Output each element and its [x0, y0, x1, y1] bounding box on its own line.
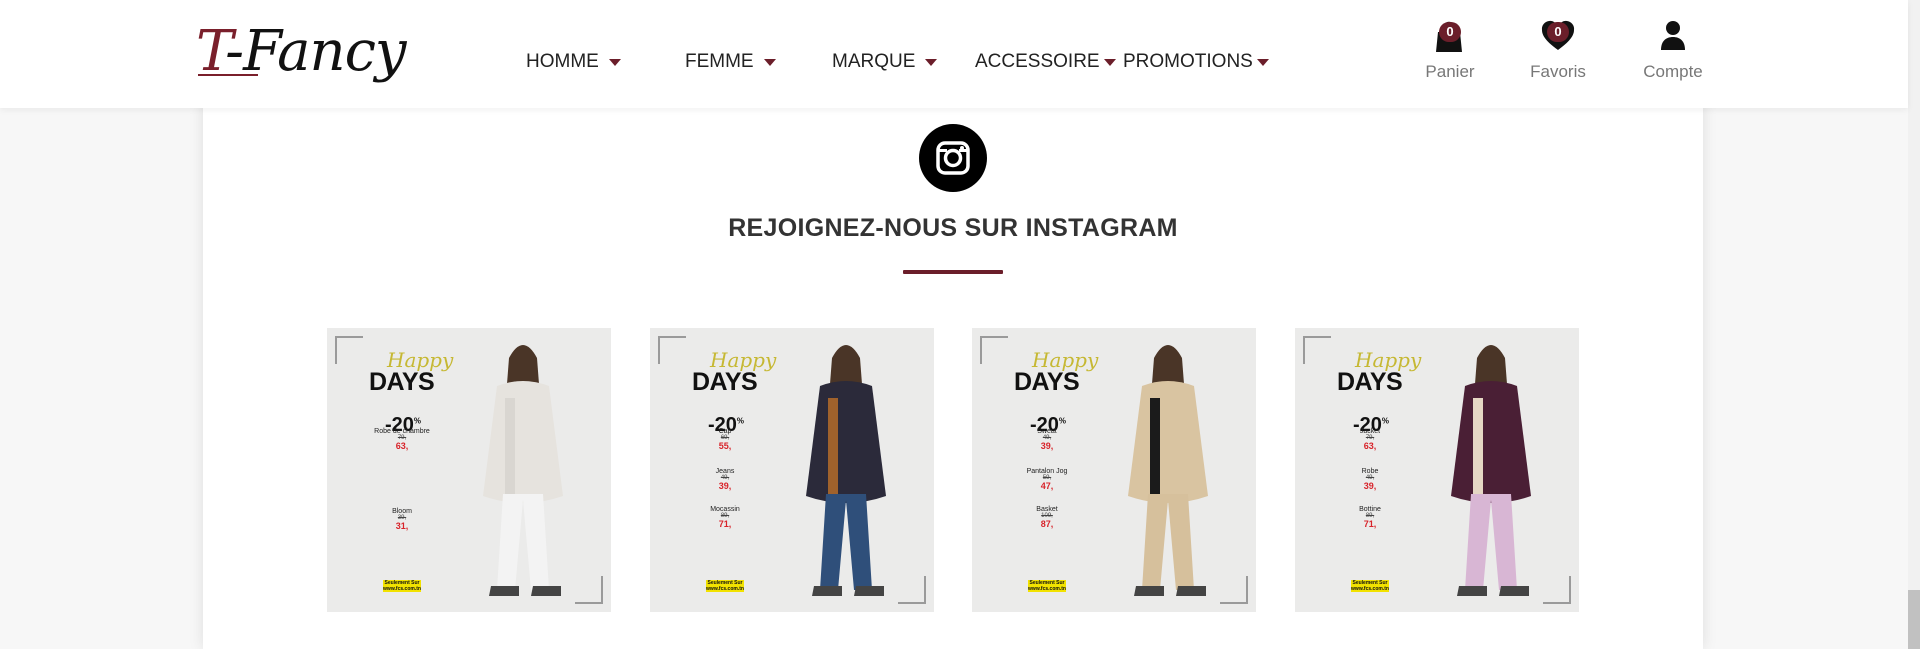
nav-item-femme[interactable]: FEMME [685, 51, 776, 73]
promo-item: Mocassin 89, 71, [680, 506, 770, 529]
account-button[interactable]: Compte [1628, 18, 1718, 86]
frame-corner [575, 576, 603, 604]
cart-label: Panier [1425, 62, 1475, 81]
user-icon [1661, 21, 1685, 50]
nav-item-label: PROMOTIONS [1123, 51, 1253, 72]
promo-item-new-price: 39, [718, 481, 732, 491]
frame-corner [1220, 576, 1248, 604]
promo-item: Pantalon Jog 59, 47, [1002, 468, 1092, 491]
instagram-gallery: Happy DAYS -20% Robe de chambre 79, 63, Bloom 3… [327, 328, 1580, 612]
nav-item-label: MARQUE [832, 51, 916, 72]
account-label: Compte [1643, 62, 1703, 81]
instagram-icon [936, 141, 970, 175]
frame-corner [980, 336, 1008, 364]
caret-down-icon [1256, 58, 1269, 66]
frame-corner [1543, 576, 1571, 604]
promo-item: Bloom 39, 31, [357, 508, 447, 531]
nav-item-label: HOMME [526, 51, 599, 72]
caret-down-icon [925, 58, 938, 66]
promo-days-text: DAYS [1014, 368, 1080, 396]
promo-item: Sweat 49, 39, [1002, 428, 1092, 451]
promo-item-new-price: 39, [1040, 441, 1054, 451]
promo-stamp: Seulement Sur www.fcs.com.tn [1351, 580, 1389, 592]
favorites-label: Favoris [1530, 62, 1586, 81]
promo-item: Jeans 49, 39, [680, 468, 770, 491]
promo-days-text: DAYS [1337, 368, 1403, 396]
instagram-post[interactable]: Happy DAYS -20% Robe de chambre 79, 63, Bloom 3… [327, 328, 611, 612]
promo-item-name: Bloom [392, 508, 412, 515]
promo-item: Cap 69, 55, [680, 428, 770, 451]
nav-item-accessoire[interactable]: ACCESSOIRE [975, 51, 1116, 73]
promo-item: Jacket 79, 63, [1325, 428, 1415, 451]
promo-item-new-price: 71, [1363, 519, 1377, 529]
promo-item-name: Cap [718, 428, 732, 435]
logo[interactable]: T-Fancy [196, 14, 422, 90]
scrollbar-thumb[interactable] [1908, 590, 1920, 649]
cart-count-badge: 0 [1439, 22, 1461, 42]
nav-item-homme[interactable]: HOMME [526, 51, 621, 73]
frame-corner [335, 336, 363, 364]
promo-stamp: Seulement Sur www.fcs.com.tn [1028, 580, 1066, 592]
promo-item-new-price: 87, [1040, 519, 1054, 529]
percent-sign: % [736, 416, 745, 426]
caret-down-icon [1103, 58, 1116, 66]
promo-stamp: Seulement Sur www.fcs.com.tn [383, 580, 421, 592]
frame-corner [1303, 336, 1331, 364]
promo-item-name: Sweat [1037, 428, 1057, 435]
cart-button[interactable]: 0 Panier [1405, 18, 1495, 86]
promo-item-new-price: 47, [1040, 481, 1054, 491]
percent-sign: % [1381, 416, 1390, 426]
caret-down-icon [763, 58, 776, 66]
instagram-post[interactable]: Happy DAYS -20% Cap 69, 55, Jeans 49, 39, Mocassi… [650, 328, 934, 612]
instagram-badge[interactable] [919, 124, 987, 192]
frame-corner [658, 336, 686, 364]
nav-item-label: FEMME [685, 51, 754, 72]
promo-item: Robe 49, 39, [1325, 468, 1415, 491]
promo-item-new-price: 63, [395, 441, 409, 451]
promo-item-name: Robe de chambre [374, 428, 430, 435]
percent-sign: % [1058, 416, 1067, 426]
promo-item-name: Pantalon Jog [1026, 468, 1068, 475]
instagram-section-title: REJOIGNEZ-NOUS SUR INSTAGRAM [728, 214, 1178, 242]
promo-item-new-price: 71, [718, 519, 732, 529]
promo-item-name: Jeans [715, 468, 735, 475]
nav-item-promotions[interactable]: PROMOTIONS [1123, 51, 1269, 73]
promo-item-name: Basket [1036, 506, 1058, 513]
promo-item-new-price: 31, [395, 521, 409, 531]
promo-item: Bottine 89, 71, [1325, 506, 1415, 529]
promo-item: Robe de chambre 79, 63, [357, 428, 447, 451]
promo-item-name: Bottine [1359, 506, 1381, 513]
favorites-button[interactable]: 0 Favoris [1513, 18, 1603, 86]
nav-item-marque[interactable]: MARQUE [832, 51, 938, 73]
promo-item: Basket 109, 87, [1002, 506, 1092, 529]
nav-item-label: ACCESSOIRE [975, 51, 1100, 72]
percent-sign: % [413, 416, 422, 426]
caret-down-icon [608, 58, 621, 66]
promo-days-text: DAYS [692, 368, 758, 396]
instagram-post[interactable]: Happy DAYS -20% Sweat 49, 39, Pantalon Jog 59, 4… [972, 328, 1256, 612]
promo-item-new-price: 63, [1363, 441, 1377, 451]
scrollbar-track[interactable] [1908, 0, 1920, 649]
site-header: T-Fancy HOMME FEMME MARQUE ACCESSOIRE PR… [0, 0, 1908, 108]
promo-item-name: Jacket [1359, 428, 1381, 435]
section-divider [903, 270, 1003, 274]
promo-item-name: Mocassin [710, 506, 740, 513]
frame-corner [898, 576, 926, 604]
promo-stamp: Seulement Sur www.fcs.com.tn [706, 580, 744, 592]
promo-days-text: DAYS [369, 368, 435, 396]
promo-item-name: Robe [1361, 468, 1379, 475]
instagram-post[interactable]: Happy DAYS -20% Jacket 79, 63, Robe 49, 39, Botti… [1295, 328, 1579, 612]
promo-item-new-price: 39, [1363, 481, 1377, 491]
favorites-count-badge: 0 [1547, 22, 1569, 42]
logo-underline [198, 74, 258, 76]
logo-text: T-Fancy [196, 14, 422, 90]
promo-item-new-price: 55, [718, 441, 732, 451]
